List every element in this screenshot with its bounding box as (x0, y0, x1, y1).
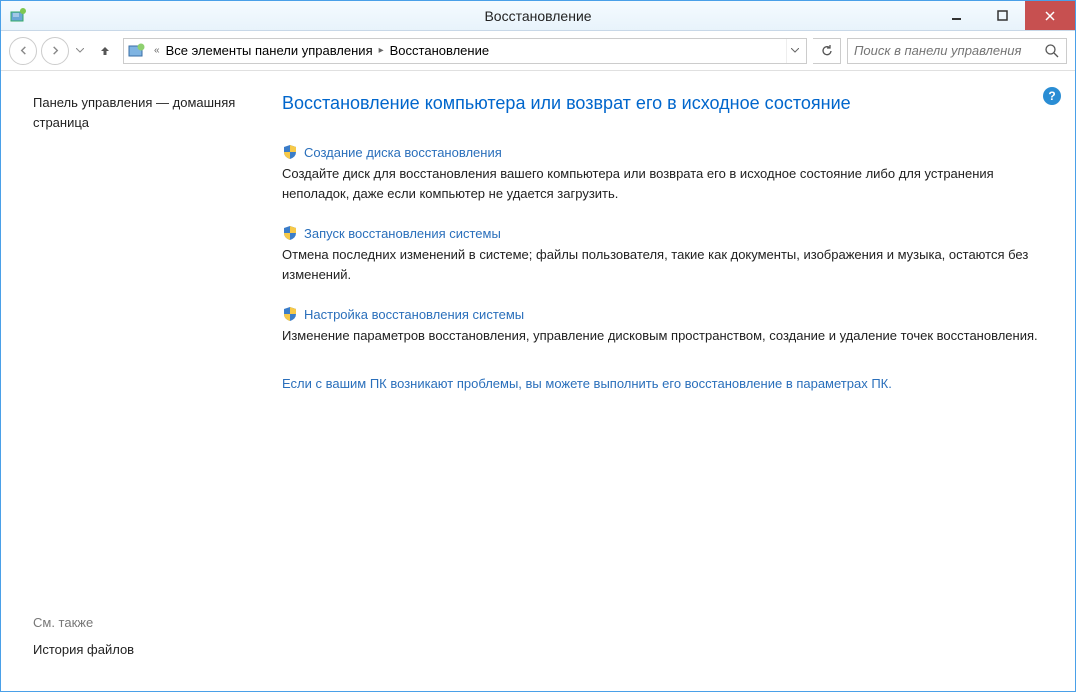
shield-icon (282, 144, 298, 160)
see-also-label: См. также (33, 615, 250, 630)
sidebar: Панель управления — домашняя страница См… (1, 71, 266, 691)
option-description: Создайте диск для восстановления вашего … (282, 164, 1039, 203)
option-description: Изменение параметров восстановления, упр… (282, 326, 1039, 346)
recent-dropdown[interactable] (73, 37, 87, 65)
titlebar: Восстановление (1, 1, 1075, 31)
breadcrumb[interactable]: « Все элементы панели управления ▸ Восст… (123, 38, 807, 64)
search-input[interactable] (854, 43, 1044, 58)
option-configure-restore: Настройка восстановления системы Изменен… (282, 306, 1039, 346)
maximize-button[interactable] (979, 1, 1025, 30)
create-recovery-drive-link[interactable]: Создание диска восстановления (304, 145, 502, 160)
control-panel-home-link[interactable]: Панель управления — домашняя страница (33, 93, 250, 132)
chevron-right-icon[interactable]: ▸ (379, 45, 384, 56)
option-create-recovery-drive: Создание диска восстановления Создайте д… (282, 144, 1039, 203)
configure-system-restore-link[interactable]: Настройка восстановления системы (304, 307, 524, 322)
shield-icon (282, 225, 298, 241)
pc-settings-recovery-link[interactable]: Если с вашим ПК возникают проблемы, вы м… (282, 376, 1039, 391)
breadcrumb-segment[interactable]: Восстановление (386, 43, 493, 58)
navigation-bar: « Все элементы панели управления ▸ Восст… (1, 31, 1075, 71)
search-icon[interactable] (1044, 43, 1060, 59)
option-description: Отмена последних изменений в системе; фа… (282, 245, 1039, 284)
up-button[interactable] (93, 37, 117, 65)
window-title: Восстановление (484, 8, 591, 24)
option-system-restore: Запуск восстановления системы Отмена пос… (282, 225, 1039, 284)
refresh-button[interactable] (813, 38, 841, 64)
page-title: Восстановление компьютера или возврат ег… (282, 93, 1039, 114)
breadcrumb-segment[interactable]: Все элементы панели управления (162, 43, 377, 58)
content-area: Панель управления — домашняя страница См… (1, 71, 1075, 691)
breadcrumb-back-icon[interactable]: « (154, 45, 160, 56)
help-icon[interactable]: ? (1043, 87, 1061, 105)
minimize-button[interactable] (933, 1, 979, 30)
close-button[interactable] (1025, 1, 1075, 30)
breadcrumb-dropdown[interactable] (786, 39, 802, 63)
main-panel: ? Восстановление компьютера или возврат … (266, 71, 1075, 691)
open-system-restore-link[interactable]: Запуск восстановления системы (304, 226, 501, 241)
search-box[interactable] (847, 38, 1067, 64)
app-icon (9, 6, 29, 26)
control-panel-icon (128, 42, 146, 60)
back-button[interactable] (9, 37, 37, 65)
forward-button[interactable] (41, 37, 69, 65)
shield-icon (282, 306, 298, 322)
file-history-link[interactable]: История файлов (33, 642, 250, 657)
window-controls (933, 1, 1075, 30)
